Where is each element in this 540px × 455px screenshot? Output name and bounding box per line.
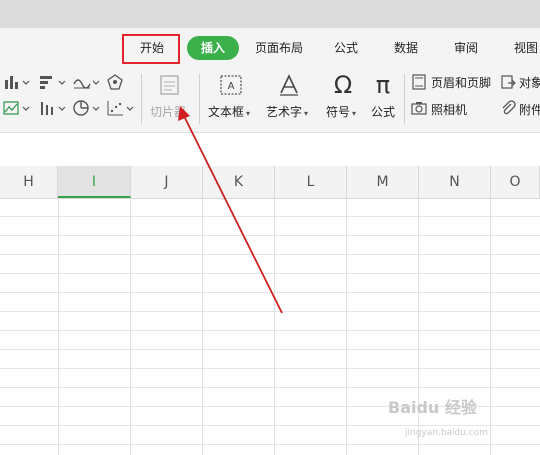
watermark-url: jingyan.baidu.com <box>405 428 489 438</box>
annotation-arrow <box>178 106 283 314</box>
watermark-logo: Baidu 经验 <box>388 398 477 417</box>
